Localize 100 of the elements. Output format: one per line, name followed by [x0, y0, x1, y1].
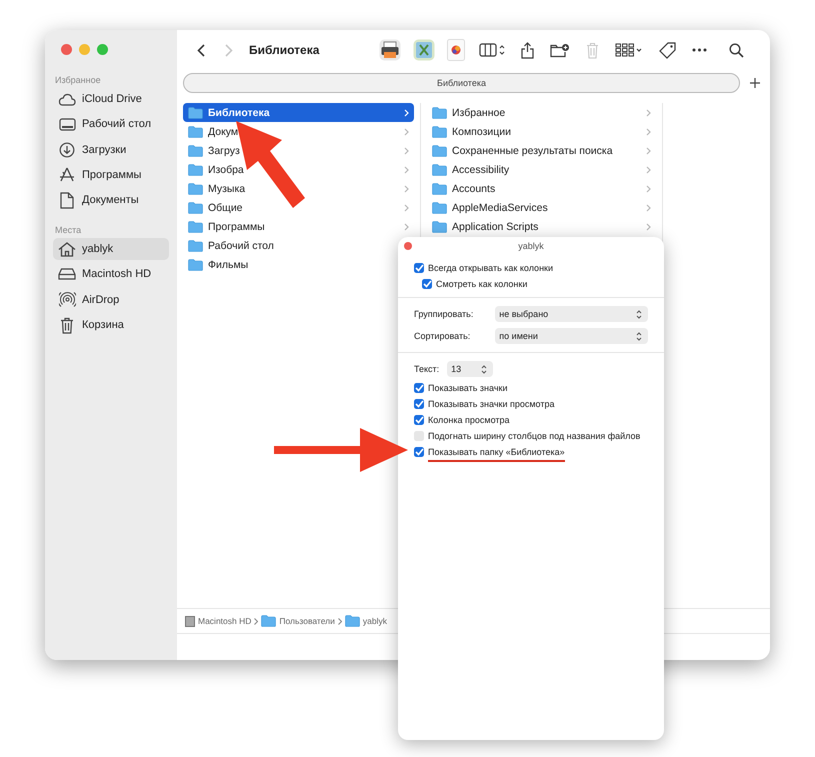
- document-icon: [60, 192, 74, 209]
- checkbox[interactable]: [414, 415, 424, 425]
- folder-icon: [432, 220, 447, 232]
- folder-icon: [432, 182, 447, 194]
- share-icon: [521, 42, 534, 58]
- folder-icon: [188, 220, 203, 232]
- chevron-icon: [404, 184, 409, 192]
- new-folder-icon: [550, 42, 570, 58]
- grid-icon: [615, 43, 643, 57]
- folder-icon: [188, 240, 203, 252]
- folder-icon: [261, 615, 276, 627]
- sidebar-item[interactable]: Документы: [53, 189, 169, 212]
- chevron-icon: [646, 204, 651, 212]
- sidebar-item[interactable]: Загрузки: [53, 138, 169, 161]
- field-label: Текст:: [414, 364, 440, 374]
- chevron-icon: [254, 618, 258, 624]
- columns-icon: [479, 43, 505, 57]
- checkbox[interactable]: [414, 399, 424, 409]
- updown-icon: [636, 310, 642, 318]
- file-row[interactable]: Accessibility: [427, 160, 656, 179]
- folder-icon: [432, 202, 447, 214]
- more-icon: [692, 48, 707, 52]
- path-item[interactable]: yablyk: [362, 616, 387, 626]
- file-row[interactable]: Композиции: [427, 122, 656, 141]
- popup-button[interactable]: по имени: [495, 328, 648, 344]
- checkbox[interactable]: [414, 263, 424, 273]
- path-item[interactable]: Macintosh HD: [198, 616, 252, 626]
- sidebar-item[interactable]: Macintosh HD: [53, 263, 169, 286]
- updown-icon: [636, 332, 642, 340]
- view-columns-button[interactable]: [477, 41, 507, 59]
- file-row[interactable]: Музыка: [183, 179, 414, 198]
- file-row[interactable]: Загруз: [183, 141, 414, 160]
- folder-icon: [432, 106, 447, 118]
- desktop-icon: [58, 118, 76, 131]
- sidebar-item[interactable]: AirDrop: [53, 288, 169, 311]
- file-row[interactable]: Избранное: [427, 103, 656, 122]
- checkbox[interactable]: [422, 279, 432, 289]
- file-row[interactable]: Докум: [183, 122, 414, 141]
- chevron-icon: [404, 166, 409, 174]
- apps-icon: [59, 167, 75, 182]
- sidebar-heading: Избранное: [55, 75, 102, 85]
- chevron-icon: [646, 184, 651, 192]
- file-row[interactable]: AppleMediaServices: [427, 198, 656, 217]
- updown-icon: [481, 364, 488, 374]
- chevron-icon: [404, 108, 409, 116]
- folder-icon: [188, 164, 203, 176]
- file-row[interactable]: Рабочий стол: [183, 236, 414, 255]
- file-row[interactable]: Изобра: [183, 160, 414, 179]
- cloud-icon: [58, 92, 76, 106]
- app-icon[interactable]: [447, 39, 465, 61]
- add-tab-icon[interactable]: [750, 78, 760, 88]
- checkbox[interactable]: [414, 431, 424, 441]
- sidebar-item[interactable]: Программы: [53, 164, 169, 186]
- chevron-icon: [646, 166, 651, 174]
- close-button[interactable]: [404, 242, 412, 250]
- file-row[interactable]: Сохраненные результаты поиска: [427, 141, 656, 160]
- file-row[interactable]: Библиотека: [183, 103, 414, 122]
- field-label: Группировать:: [414, 309, 474, 319]
- chevron-icon: [646, 146, 651, 154]
- checkbox-label: Показывать папку «Библиотека»: [428, 447, 565, 462]
- checkbox-label: Показывать значки просмотра: [428, 399, 554, 409]
- checkbox[interactable]: [414, 383, 424, 393]
- chevron-icon: [404, 204, 409, 212]
- tag-icon: [659, 42, 676, 58]
- folder-icon: [432, 164, 447, 176]
- app-icon[interactable]: [413, 39, 435, 61]
- folder-icon: [188, 258, 203, 270]
- file-row[interactable]: Application Scripts: [427, 217, 656, 236]
- trash-icon: [586, 42, 599, 58]
- search-button[interactable]: [727, 40, 746, 60]
- sidebar-item[interactable]: Корзина: [53, 314, 169, 336]
- sidebar-item[interactable]: Рабочий стол: [53, 113, 169, 136]
- file-row[interactable]: Фильмы: [183, 255, 414, 274]
- tag-button[interactable]: [657, 40, 678, 60]
- popup-button[interactable]: не выбрано: [495, 306, 648, 322]
- checkbox[interactable]: [414, 447, 424, 457]
- folder-icon: [188, 126, 203, 138]
- checkbox-label: Смотреть как колонки: [436, 279, 528, 289]
- checkbox-label: Колонка просмотра: [428, 415, 510, 425]
- forward-icon: [225, 44, 233, 56]
- printer-icon[interactable]: [379, 39, 401, 61]
- chevron-icon: [404, 146, 409, 154]
- sidebar-heading: Места: [55, 225, 82, 236]
- share-button[interactable]: [519, 40, 536, 60]
- path-item[interactable]: Пользователи: [279, 616, 335, 626]
- more-button[interactable]: [690, 46, 709, 54]
- chevron-icon: [404, 222, 409, 230]
- field-label: Сортировать:: [414, 331, 472, 341]
- file-row[interactable]: Программы: [183, 217, 414, 236]
- tab[interactable]: Библиотека: [183, 73, 740, 93]
- size-popup[interactable]: 13: [447, 361, 494, 377]
- sidebar-item[interactable]: iCloud Drive: [53, 88, 169, 110]
- chevron-icon: [646, 128, 651, 136]
- file-row[interactable]: Accounts: [427, 179, 656, 198]
- checkbox-label: Подогнать ширину столбцов под названия файлов: [428, 431, 640, 441]
- close-button[interactable]: [61, 44, 72, 55]
- file-row[interactable]: Общие: [183, 198, 414, 217]
- folder-icon: [432, 126, 447, 138]
- sidebar-item[interactable]: yablyk: [53, 238, 169, 260]
- folder-icon: [188, 182, 203, 194]
